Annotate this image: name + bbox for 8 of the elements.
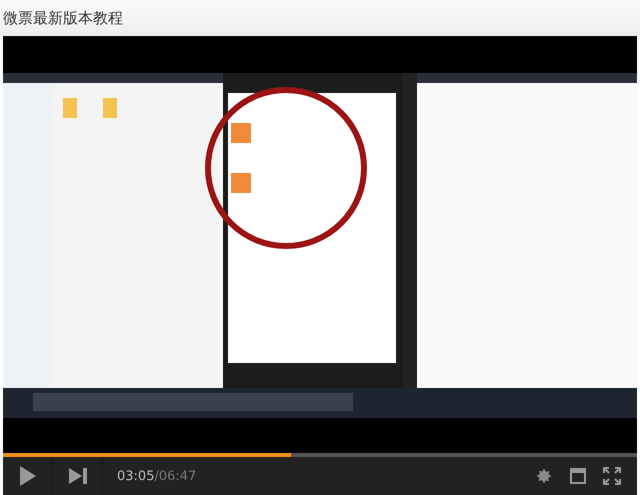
progress-bar[interactable] [3,453,637,457]
time-display: 03:05/06:47 [117,468,196,484]
fullscreen-icon [603,467,621,485]
settings-icon [535,467,553,485]
skip-next-icon [68,468,86,484]
page-title: 微票最新版本教程 [3,8,123,28]
play-icon [20,466,36,486]
window-icon [570,468,586,484]
